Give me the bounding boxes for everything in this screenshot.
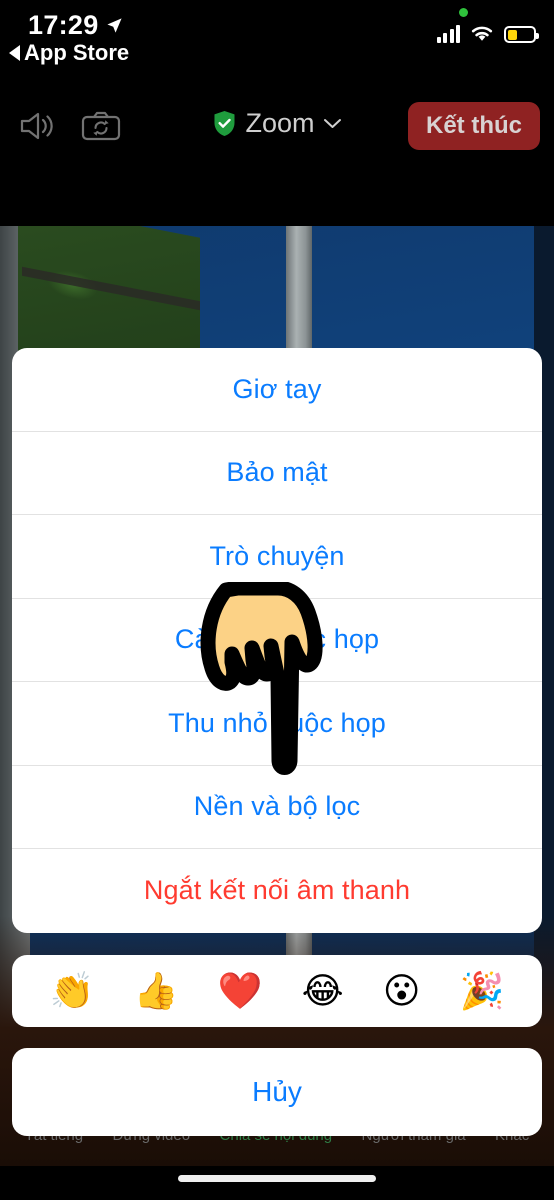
green-recording-dot — [459, 8, 468, 17]
speaker-icon[interactable] — [14, 106, 60, 146]
open-mouth-face-emoji[interactable]: 😮 — [383, 973, 421, 1009]
back-label: App Store — [24, 40, 130, 65]
green-shield-check-icon — [214, 111, 235, 136]
menu-item-label: Nền và bộ lọc — [193, 791, 361, 822]
meeting-app-title: Zoom — [245, 108, 315, 138]
meeting-top-bar: Zoom Kết thúc — [0, 92, 554, 162]
action-sheet-menu: Giơ tay Bảo mật Trò chuyện Cài đặt cuộc … — [12, 348, 542, 933]
party-popper-emoji[interactable]: 🎉 — [460, 973, 505, 1009]
status-time: 17:29 — [28, 10, 99, 40]
menu-item-label: Cài đặt cuộc họp — [174, 624, 380, 655]
back-to-app-store-link[interactable]: App Store — [9, 40, 129, 66]
back-triangle-icon — [9, 45, 20, 61]
menu-item-meeting-settings[interactable]: Cài đặt cuộc họp — [12, 599, 542, 682]
meeting-title-group[interactable]: Zoom — [212, 108, 342, 139]
menu-item-label: Ngắt kết nối âm thanh — [143, 875, 411, 906]
end-meeting-button[interactable]: Kết thúc — [408, 102, 540, 150]
reactions-bar: 👏 👍 ❤️ 😂 😮 🎉 — [12, 955, 542, 1027]
location-arrow-icon — [106, 18, 122, 33]
menu-item-label: Bảo mật — [226, 457, 328, 488]
menu-item-chat[interactable]: Trò chuyện — [12, 515, 542, 599]
battery-low-power-icon — [504, 26, 539, 43]
thumbs-up-emoji[interactable]: 👍 — [134, 973, 179, 1009]
status-bar: 17:29 App Store — [0, 0, 554, 78]
red-heart-emoji[interactable]: ❤️ — [218, 973, 263, 1009]
menu-item-security[interactable]: Bảo mật — [12, 432, 542, 515]
clapping-hands-emoji[interactable]: 👏 — [50, 973, 95, 1009]
chevron-down-icon — [324, 119, 342, 128]
menu-item-disconnect-audio[interactable]: Ngắt kết nối âm thanh — [12, 849, 542, 933]
menu-item-label: Thu nhỏ cuộc họp — [168, 707, 386, 738]
menu-item-raise-hand[interactable]: Giơ tay — [12, 348, 542, 432]
menu-item-label: Trò chuyện — [209, 540, 345, 571]
phone-screen: Tắt tiếng Dừng video Chia sẻ nội dung Ng… — [0, 0, 554, 1200]
face-with-tears-of-joy-emoji[interactable]: 😂 — [302, 973, 344, 1009]
menu-item-minimize-meeting[interactable]: Thu nhỏ cuộc họp — [12, 682, 542, 766]
cellular-signal-icon — [436, 25, 460, 43]
cancel-button[interactable]: Hủy — [12, 1048, 542, 1136]
menu-item-background-filters[interactable]: Nền và bộ lọc — [12, 766, 542, 849]
cancel-label: Hủy — [252, 1076, 302, 1107]
menu-item-label: Giơ tay — [232, 373, 322, 404]
wifi-icon — [471, 26, 493, 41]
status-time-group: 17:29 — [28, 10, 123, 41]
status-icons — [436, 24, 539, 43]
home-indicator — [178, 1175, 376, 1182]
flip-camera-icon[interactable] — [78, 106, 124, 146]
